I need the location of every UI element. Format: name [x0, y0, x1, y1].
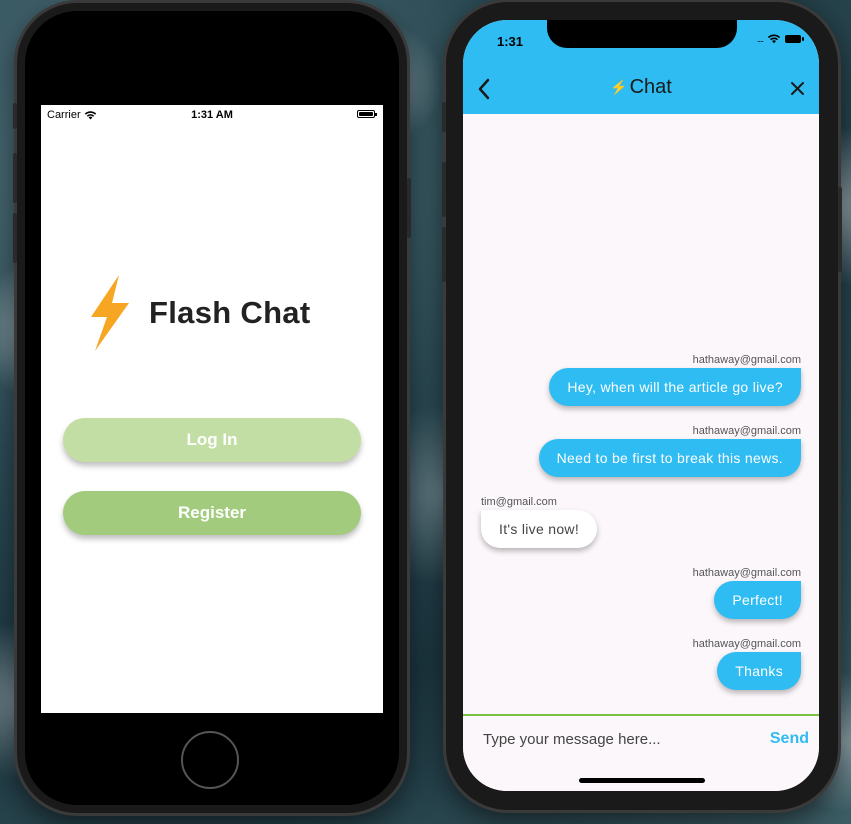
chat-title-text: Chat [629, 76, 672, 98]
message-text: Thanks [717, 652, 801, 690]
message-bubble: hathaway@gmail.com Thanks [481, 638, 801, 690]
home-indicator[interactable] [579, 778, 705, 783]
message-text: It's live now! [481, 510, 598, 548]
status-bar: Carrier 1:31 AM [41, 105, 383, 125]
wifi-icon [767, 34, 781, 44]
battery-icon [785, 35, 804, 43]
chat-screen: 1:31 .... ⚡ Chat hathaway@gmail.com Hey,… [463, 20, 819, 791]
message-text: Need to be first to break this news. [538, 439, 801, 477]
login-button[interactable]: Log In [63, 418, 361, 462]
signal-dots: .... [756, 34, 764, 44]
title-bolt-icon: ⚡ [610, 79, 628, 95]
battery-icon [357, 110, 377, 118]
message-sender: hathaway@gmail.com [692, 354, 801, 366]
message-bubble: hathaway@gmail.com Hey, when will the ar… [481, 354, 801, 406]
welcome-screen: Carrier 1:31 AM Flash Chat Log In Regist… [41, 105, 383, 713]
bolt-icon [91, 275, 129, 351]
chat-title: ⚡ Chat [463, 76, 819, 99]
message-input[interactable] [481, 730, 745, 749]
app-logo: Flash Chat [85, 273, 310, 353]
app-title: Flash Chat [149, 295, 311, 330]
home-button[interactable] [181, 731, 239, 789]
message-bubble: hathaway@gmail.com Need to be first to b… [481, 425, 801, 477]
status-time: 1:31 AM [191, 109, 233, 121]
message-sender: hathaway@gmail.com [692, 638, 801, 650]
message-list: hathaway@gmail.com Hey, when will the ar… [463, 114, 819, 714]
status-time: 1:31 [497, 34, 524, 49]
message-sender: hathaway@gmail.com [692, 567, 801, 579]
message-sender: tim@gmail.com [481, 496, 557, 508]
register-button[interactable]: Register [63, 491, 361, 535]
message-sender: hathaway@gmail.com [692, 425, 801, 437]
chat-app-bar: 1:31 .... ⚡ Chat [463, 20, 819, 114]
status-indicators: .... [756, 34, 804, 44]
notch [547, 20, 737, 48]
message-text: Hey, when will the article go live? [549, 368, 801, 406]
message-bubble: tim@gmail.com It's live now! [481, 496, 801, 548]
message-bubble: hathaway@gmail.com Perfect! [481, 567, 801, 619]
close-icon[interactable] [790, 81, 805, 96]
send-button[interactable]: Send [770, 730, 809, 748]
message-text: Perfect! [714, 581, 801, 619]
